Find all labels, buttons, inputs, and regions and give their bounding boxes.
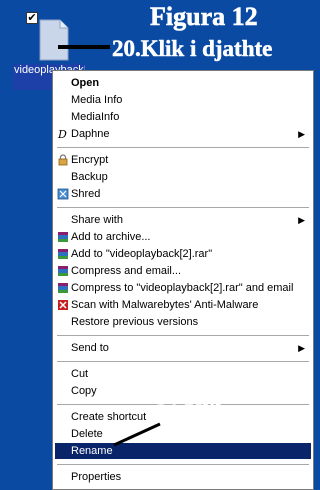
- step-21-annotation: 21.Klik: [156, 400, 229, 426]
- menu-item-encrypt[interactable]: Encrypt: [55, 152, 311, 168]
- menu-separator: [57, 335, 309, 337]
- menu-item-label: Add to "videoplayback[2].rar": [71, 248, 213, 260]
- menu-item-shred[interactable]: Shred: [55, 186, 311, 202]
- menu-separator: [57, 207, 309, 209]
- menu-item-label: Send to: [71, 342, 109, 354]
- menu-item-mediainfo[interactable]: MediaInfo: [55, 109, 311, 125]
- figure-title-annotation: Figura 12: [150, 2, 258, 32]
- lock-icon: [58, 154, 68, 166]
- svg-text:D: D: [57, 128, 67, 140]
- menu-item-send-to[interactable]: Send to ▶: [55, 340, 311, 356]
- menu-item-compress-rar-and-email[interactable]: Compress to "videoplayback[2].rar" and e…: [55, 280, 311, 296]
- menu-item-media-info[interactable]: Media Info: [55, 92, 311, 108]
- menu-item-delete[interactable]: Delete: [55, 426, 311, 442]
- menu-item-rename[interactable]: Rename: [55, 443, 311, 459]
- menu-item-label: Rename: [71, 445, 113, 457]
- menu-item-add-to-rar[interactable]: Add to "videoplayback[2].rar": [55, 246, 311, 262]
- menu-item-label: Copy: [71, 385, 97, 397]
- menu-item-label: Scan with Malwarebytes' Anti-Malware: [71, 299, 259, 311]
- menu-item-cut[interactable]: Cut: [55, 366, 311, 382]
- menu-item-compress-and-email[interactable]: Compress and email...: [55, 263, 311, 279]
- menu-item-backup[interactable]: Backup: [55, 169, 311, 185]
- menu-item-daphne[interactable]: D Daphne ▶: [55, 126, 311, 142]
- submenu-arrow-icon: ▶: [298, 129, 305, 139]
- menu-separator: [57, 147, 309, 149]
- winrar-icon: [58, 249, 68, 259]
- menu-item-label: Daphne: [71, 128, 110, 140]
- menu-item-label: MediaInfo: [71, 111, 120, 123]
- menu-item-share-with[interactable]: Share with ▶: [55, 212, 311, 228]
- menu-item-label: Delete: [71, 428, 103, 440]
- submenu-arrow-icon: ▶: [298, 215, 305, 225]
- menu-item-label: Open: [71, 77, 100, 89]
- malwarebytes-icon: [58, 300, 68, 310]
- shred-icon: [57, 188, 69, 200]
- daphne-icon: D: [57, 128, 67, 140]
- menu-item-copy[interactable]: Copy: [55, 383, 311, 399]
- menu-item-label: Add to archive...: [71, 231, 151, 243]
- submenu-arrow-icon: ▶: [298, 343, 305, 353]
- menu-item-label: Compress and email...: [71, 265, 182, 277]
- menu-item-label: Cut: [71, 368, 89, 380]
- menu-item-label: Encrypt: [71, 154, 109, 166]
- menu-item-label: Backup: [71, 171, 108, 183]
- step-20-annotation: 20.Klik i djathte: [112, 36, 273, 62]
- winrar-icon: [58, 232, 68, 242]
- menu-item-restore-previous-versions[interactable]: Restore previous versions: [55, 314, 311, 330]
- menu-item-label: Share with: [71, 214, 123, 226]
- context-menu: Open Media Info MediaInfo D Daphne ▶ Enc…: [52, 70, 314, 490]
- menu-item-label: Shred: [71, 188, 101, 200]
- menu-item-label: Media Info: [71, 94, 123, 106]
- menu-item-scan-malwarebytes[interactable]: Scan with Malwarebytes' Anti-Malware: [55, 297, 311, 313]
- menu-separator: [57, 361, 309, 363]
- menu-item-label: Create shortcut: [71, 411, 147, 423]
- video-file-icon: [39, 19, 69, 61]
- menu-separator: [57, 464, 309, 466]
- menu-item-properties[interactable]: Properties: [55, 469, 311, 485]
- winrar-icon: [58, 266, 68, 276]
- menu-item-add-to-archive[interactable]: Add to archive...: [55, 229, 311, 245]
- item-checkbox[interactable]: ✔: [26, 12, 38, 24]
- winrar-icon: [58, 283, 68, 293]
- menu-item-open[interactable]: Open: [55, 75, 311, 91]
- menu-item-label: Compress to "videoplayback[2].rar" and e…: [71, 282, 294, 294]
- menu-item-label: Restore previous versions: [71, 316, 199, 328]
- menu-item-label: Properties: [71, 471, 122, 483]
